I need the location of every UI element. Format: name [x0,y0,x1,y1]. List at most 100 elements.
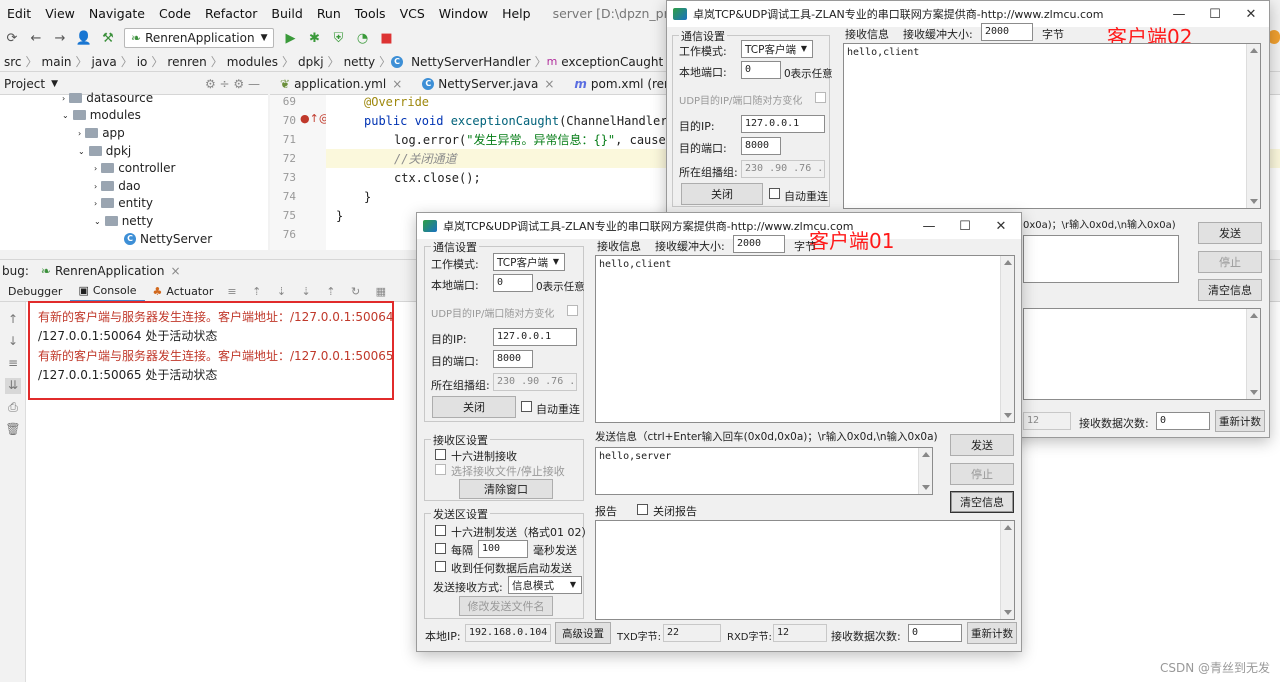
auto-reconnect-checkbox[interactable] [769,188,780,199]
clear-info-button[interactable]: 清空信息 [1198,279,1262,301]
breadcrumb-renren[interactable]: renren [163,55,210,69]
recount-button[interactable]: 重新计数 [967,622,1017,644]
interval-input[interactable]: 100 [478,540,528,558]
tree-item-datasource[interactable]: › datasource [62,89,153,107]
close-report-checkbox[interactable] [637,504,648,515]
tab-debugger[interactable]: Debugger [0,285,70,298]
menu-build[interactable]: Build [264,6,309,21]
close-icon[interactable]: × [392,77,402,91]
send-button[interactable]: 发送 [950,434,1014,456]
dest-port-input[interactable]: 8000 [493,350,533,368]
tree-item-dao[interactable]: › dao [94,177,141,195]
tree-item-controller[interactable]: › controller [94,159,175,177]
udp-follow-checkbox[interactable] [567,305,578,316]
close-icon[interactable]: × [544,77,554,91]
multicast-input[interactable]: 230 .90 .76 .1 [493,373,577,391]
dest-ip-input[interactable]: 127.0.0.1 [741,115,825,133]
send-button[interactable]: 发送 [1198,222,1262,244]
print-icon[interactable]: ⎙ [5,400,21,416]
breadcrumb-dpkj[interactable]: dpkj [294,55,328,69]
scrollbar[interactable] [1246,44,1260,208]
interval-send-checkbox[interactable] [435,543,446,554]
local-port-input[interactable]: 0 [741,61,781,79]
send-textarea[interactable] [1023,235,1179,283]
local-port-input[interactable]: 0 [493,274,533,292]
profile-icon[interactable]: ◔ [352,28,372,48]
menu-view[interactable]: View [38,6,82,21]
debug-icon[interactable]: ✱ [304,28,324,48]
breadcrumb-java[interactable]: java [88,55,121,69]
hex-send-checkbox[interactable] [435,525,446,536]
breadcrumb-io[interactable]: io [133,55,152,69]
tab-console[interactable]: ▣ Console [70,282,145,302]
clear-window-button[interactable]: 清除窗口 [459,479,553,499]
breadcrumb-netty[interactable]: netty [340,55,380,69]
advanced-settings-button[interactable]: 高级设置 [555,622,611,644]
project-label[interactable]: Project [4,77,45,91]
menu-window[interactable]: Window [432,6,495,21]
work-mode-select[interactable]: TCP客户端 ▼ [493,253,565,271]
stop-button[interactable]: 停止 [950,463,1014,485]
soft-wrap-icon[interactable]: ≡ [5,356,21,372]
hex-recv-checkbox[interactable] [435,449,446,460]
menu-tools[interactable]: Tools [348,6,393,21]
send-textarea[interactable]: hello,server [595,447,933,495]
debug-app-tab[interactable]: RenrenApplication [55,264,165,278]
recv-count-input[interactable]: 0 [1156,412,1210,430]
menu-vcs[interactable]: VCS [393,6,432,21]
report-textarea[interactable] [1023,308,1261,400]
stop-button[interactable]: 停止 [1198,251,1262,273]
minimize-icon[interactable]: — [911,213,947,239]
close-icon[interactable]: × [170,264,180,278]
work-mode-select[interactable]: TCP客户端 ▼ [741,40,813,58]
tree-item-app[interactable]: › app [78,124,125,142]
menu-navigate[interactable]: Navigate [82,6,152,21]
tree-item-netty[interactable]: ⌄ netty [94,212,153,230]
menu-refactor[interactable]: Refactor [198,6,264,21]
close-connection-button[interactable]: 关闭 [681,183,763,205]
close-icon[interactable]: ✕ [983,213,1019,239]
recount-button[interactable]: 重新计数 [1215,410,1265,432]
tree-item-nettyserver[interactable]: C NettyServer [124,230,212,248]
clear-info-button[interactable]: 清空信息 [950,491,1014,513]
tab-actuator[interactable]: ♣ Actuator [145,285,222,298]
scrollbar[interactable] [1246,309,1260,399]
close-connection-button[interactable]: 关闭 [432,396,516,418]
forward-icon[interactable]: → [50,28,70,48]
back-icon[interactable]: ← [26,28,46,48]
send-mode-select[interactable]: 信息模式 ▼ [508,576,582,594]
maximize-icon[interactable]: ☐ [947,213,983,239]
scrollbar[interactable] [1000,521,1014,619]
hammer-icon[interactable]: ⚒ [98,28,118,48]
recv-count-input[interactable]: 0 [908,624,962,642]
menu-edit[interactable]: Edit [0,6,38,21]
modify-file-button[interactable]: 修改发送文件名 [459,596,553,616]
run-config-select[interactable]: ❧ RenrenApplication ▼ [124,28,275,48]
debug-step-icons[interactable]: ≡ ⇡ ⇣ ⇣ ⇡ ↻ ▦ [227,285,392,298]
chevron-down-icon[interactable]: ▼ [51,79,58,89]
stop-icon[interactable]: ■ [376,28,396,48]
arrow-down-icon[interactable]: ↓ [5,334,21,350]
maximize-icon[interactable]: ☐ [1197,1,1233,27]
menu-help[interactable]: Help [495,6,538,21]
breadcrumb-modules[interactable]: modules [223,55,282,69]
save-file-checkbox[interactable] [435,464,446,475]
tree-item-dpkj[interactable]: ⌄ dpkj [78,142,131,160]
scrollbar[interactable] [918,448,932,494]
multicast-input[interactable]: 230 .90 .76 .1 [741,160,825,178]
breadcrumb-handler[interactable]: NettyServerHandler [407,55,534,69]
user-icon[interactable]: 👤 [74,28,94,48]
breadcrumb-main[interactable]: main [38,55,76,69]
menu-code[interactable]: Code [152,6,198,21]
tree-item-modules[interactable]: ⌄ modules [62,106,141,124]
auto-send-checkbox[interactable] [435,561,446,572]
tree-item-entity[interactable]: › entity [94,194,153,212]
udp-follow-checkbox[interactable] [815,92,826,103]
settings-gear-icon[interactable]: ⚙ ÷ ⚙ — [205,77,260,91]
close-icon[interactable]: ✕ [1233,1,1269,27]
menu-run[interactable]: Run [310,6,348,21]
recv-buffer-input[interactable]: 2000 [981,23,1033,41]
breadcrumb-src[interactable]: src [0,55,26,69]
dest-port-input[interactable]: 8000 [741,137,781,155]
auto-reconnect-checkbox[interactable] [521,401,532,412]
